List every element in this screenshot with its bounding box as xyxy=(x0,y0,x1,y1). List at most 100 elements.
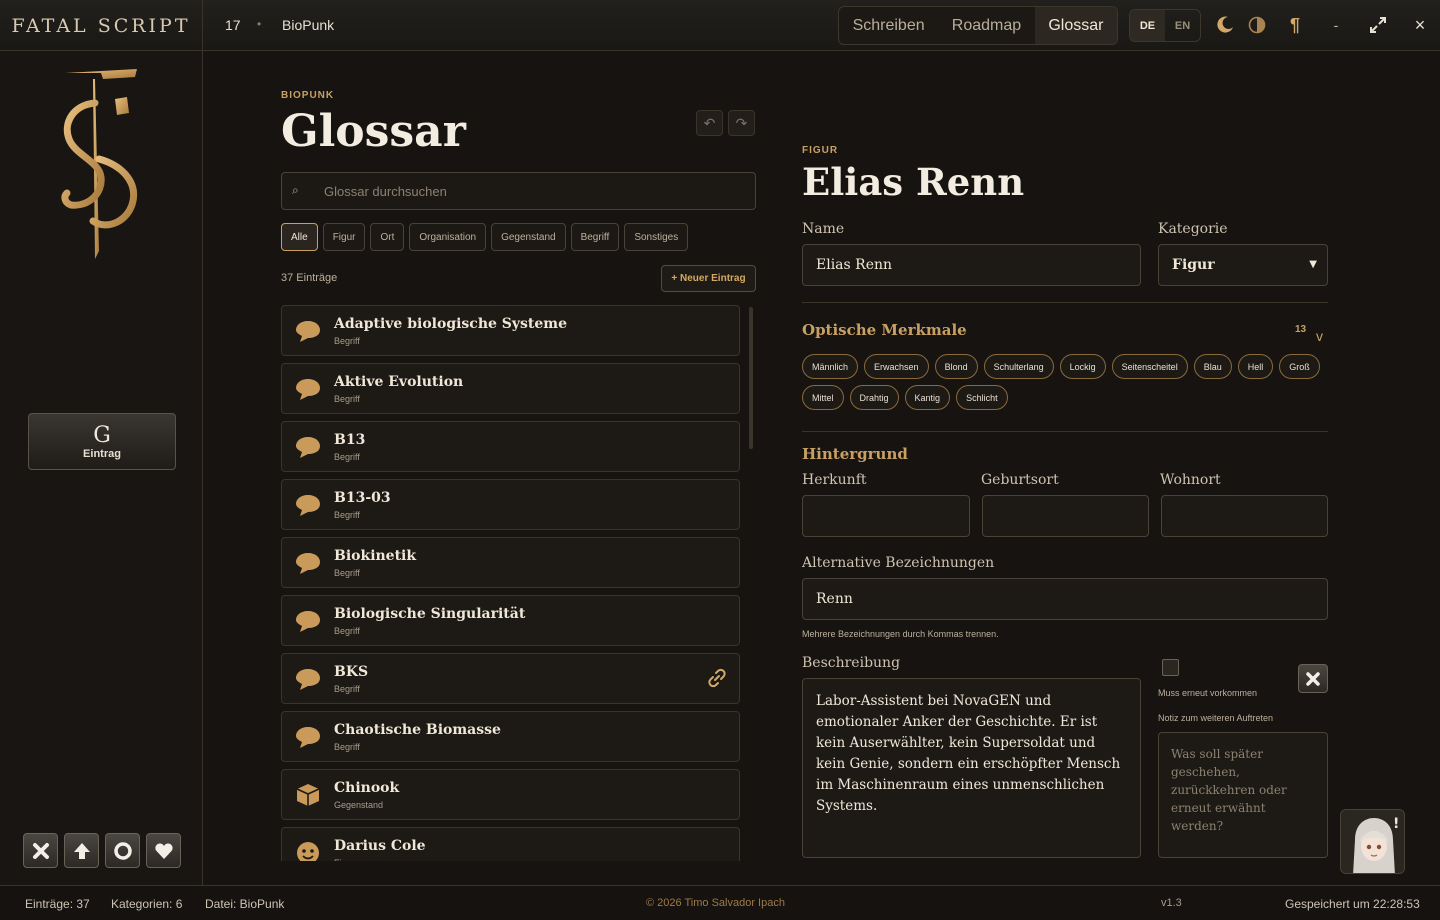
filter-figur[interactable]: Figur xyxy=(322,223,366,251)
tag[interactable]: Lockig xyxy=(1059,354,1106,379)
birthplace-field[interactable] xyxy=(982,495,1149,537)
tag[interactable]: Schlicht xyxy=(956,385,1008,410)
minimize-icon[interactable]: - xyxy=(1325,14,1347,36)
name-field[interactable]: Elias Renn xyxy=(802,244,1141,286)
tag[interactable]: Groß xyxy=(1279,354,1320,379)
close-icon[interactable] xyxy=(23,833,58,868)
entry-type: Begriff xyxy=(334,510,360,520)
filter-gegenstand[interactable]: Gegenstand xyxy=(491,223,566,251)
entry-title: Darius Cole xyxy=(334,838,426,854)
collapse-toggle[interactable]: v xyxy=(1316,328,1323,344)
tag[interactable]: Drahtig xyxy=(849,385,899,410)
project-number: 17 xyxy=(225,17,241,33)
paragraph-icon[interactable]: ¶ xyxy=(1284,14,1306,36)
title-bar: FATAL SCRIPT 17 • BioPunk Schreiben Road… xyxy=(0,0,1440,51)
search-input[interactable]: ⌕ Glossar durchsuchen xyxy=(281,172,756,210)
clear-note-button[interactable] xyxy=(1298,664,1328,693)
tag[interactable]: Kantig xyxy=(904,385,951,410)
redo-button[interactable]: ↷ xyxy=(728,110,755,136)
list-item[interactable]: B13 Begriff xyxy=(281,421,740,472)
status-entries: Einträge: 37 xyxy=(25,897,90,911)
svg-text:!: ! xyxy=(1393,816,1399,832)
tag[interactable]: Schulterlang xyxy=(983,354,1054,379)
glossary-list: Adaptive biologische Systeme Begriff Akt… xyxy=(281,305,741,861)
lang-en-button[interactable]: EN xyxy=(1165,10,1200,41)
tab-roadmap[interactable]: Roadmap xyxy=(938,7,1035,44)
visual-tags: Männlich Erwachsen Blond Schulterlang Lo… xyxy=(802,354,1322,410)
tag[interactable]: Erwachsen xyxy=(864,354,929,379)
tag[interactable]: Blau xyxy=(1193,354,1232,379)
speech-bubble-icon xyxy=(295,319,321,343)
filter-alle[interactable]: Alle xyxy=(281,223,318,251)
tag[interactable]: Seitenscheitel xyxy=(1111,354,1188,379)
page-title: Glossar xyxy=(281,106,466,157)
filter-organisation[interactable]: Organisation xyxy=(409,223,487,251)
entry-title: Biologische Singularität xyxy=(334,606,526,622)
project-name[interactable]: BioPunk xyxy=(282,17,334,33)
speech-bubble-icon xyxy=(295,725,321,749)
note-textarea[interactable]: Was soll später geschehen, zurückkehren … xyxy=(1158,732,1328,858)
visual-count: 13 xyxy=(1295,324,1307,335)
list-item[interactable]: B13-03 Begriff xyxy=(281,479,740,530)
list-item[interactable]: Chaotische Biomasse Begriff xyxy=(281,711,740,762)
filter-ort[interactable]: Ort xyxy=(370,223,405,251)
recur-label: Muss erneut vorkommen xyxy=(1158,688,1258,698)
filter-begriff[interactable]: Begriff xyxy=(570,223,620,251)
list-item[interactable]: BKS Begriff xyxy=(281,653,740,704)
tag[interactable]: Blond xyxy=(934,354,978,379)
project-eyebrow: BIOPUNK xyxy=(281,90,335,101)
speech-bubble-icon xyxy=(295,377,321,401)
birthplace-label: Geburtsort xyxy=(981,472,1059,488)
close-icon[interactable]: × xyxy=(1409,14,1431,36)
main-navigation: Schreiben Roadmap Glossar xyxy=(838,6,1118,45)
moon-icon[interactable] xyxy=(1214,14,1236,36)
tab-glossar[interactable]: Glossar xyxy=(1034,7,1118,44)
lang-de-button[interactable]: DE xyxy=(1130,10,1165,41)
fs-logo xyxy=(55,69,145,259)
status-version: v1.3 xyxy=(1161,897,1182,909)
entry-type: Begriff xyxy=(334,684,360,694)
upload-arrow-icon[interactable] xyxy=(64,833,99,868)
undo-button[interactable]: ↶ xyxy=(696,110,723,136)
heart-icon[interactable] xyxy=(146,833,181,868)
link-icon[interactable] xyxy=(707,668,727,693)
maximize-icon[interactable] xyxy=(1367,14,1389,36)
list-item[interactable]: Biokinetik Begriff xyxy=(281,537,740,588)
speech-bubble-icon xyxy=(295,493,321,517)
speech-bubble-icon xyxy=(295,667,321,691)
tab-schreiben[interactable]: Schreiben xyxy=(839,7,938,44)
theme-toggle-icon[interactable] xyxy=(1246,14,1268,36)
tag[interactable]: Männlich xyxy=(802,354,859,379)
category-select[interactable]: Figur ▼ xyxy=(1158,244,1328,286)
entry-type: Gegenstand xyxy=(334,800,384,810)
category-value: Figur xyxy=(1172,257,1215,273)
new-entry-list-button[interactable]: + Neuer Eintrag xyxy=(661,265,756,292)
entry-title: Chinook xyxy=(334,780,400,796)
list-item[interactable]: Adaptive biologische Systeme Begriff xyxy=(281,305,740,356)
filter-sonstiges[interactable]: Sonstiges xyxy=(624,223,689,251)
project-separator: • xyxy=(257,17,262,31)
residence-field[interactable] xyxy=(1161,495,1328,537)
entry-type: Begriff xyxy=(334,742,360,752)
list-scrollbar[interactable] xyxy=(749,307,753,449)
list-item[interactable]: Darius Cole Figur xyxy=(281,827,740,861)
search-icon: ⌕ xyxy=(292,183,299,197)
sidebar: G Eintrag xyxy=(0,51,203,885)
new-entry-button[interactable]: G Eintrag xyxy=(28,413,176,470)
face-icon xyxy=(295,841,321,861)
record-icon[interactable] xyxy=(105,833,140,868)
list-item[interactable]: Aktive Evolution Begriff xyxy=(281,363,740,414)
entry-letter: G xyxy=(93,422,111,448)
origin-field[interactable] xyxy=(802,495,970,537)
avatar[interactable]: ! xyxy=(1340,809,1405,874)
list-item[interactable]: Biologische Singularität Begriff xyxy=(281,595,740,646)
tag[interactable]: Mittel xyxy=(802,385,844,410)
aliases-field[interactable]: Renn xyxy=(802,578,1328,620)
tag[interactable]: Hell xyxy=(1237,354,1274,379)
entry-title: B13 xyxy=(334,432,366,448)
description-textarea[interactable]: Labor-Assistent bei NovaGEN und emotiona… xyxy=(802,678,1141,858)
recur-checkbox[interactable] xyxy=(1162,659,1179,676)
background-section-title: Hintergrund xyxy=(802,445,908,463)
list-item[interactable]: Chinook Gegenstand xyxy=(281,769,740,820)
entry-type: Begriff xyxy=(334,626,360,636)
